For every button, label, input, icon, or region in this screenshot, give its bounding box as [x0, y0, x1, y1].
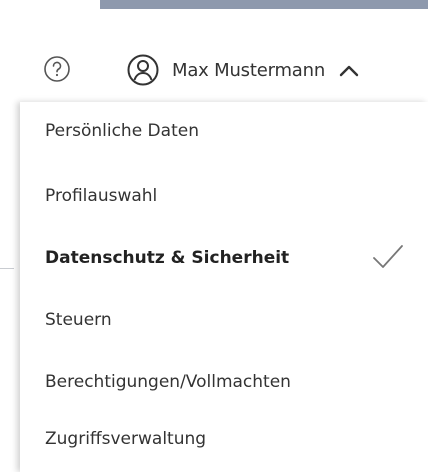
checkmark-icon [373, 245, 403, 268]
chevron-up-icon [339, 65, 359, 77]
menu-item-datenschutz-sicherheit[interactable]: Datenschutz & Sicherheit [45, 243, 289, 273]
menu-item-steuern[interactable]: Steuern [45, 305, 112, 335]
menu-item-profilauswahl[interactable]: Profilauswahl [45, 181, 157, 211]
help-circle-icon [44, 56, 70, 82]
user-circle-icon [127, 54, 159, 86]
menu-item-zugriffsverwaltung[interactable]: Zugriffsverwaltung [45, 424, 206, 454]
menu-item-berechtigungen-vollmachten[interactable]: Berechtigungen/Vollmachten [45, 367, 291, 397]
menu-item-persoenliche-daten[interactable]: Persönliche Daten [45, 116, 199, 146]
account-dropdown-menu: Persönliche Daten Profilauswahl Datensch… [20, 102, 428, 472]
top-accent-bar [100, 0, 428, 9]
user-name: Max Mustermann [172, 59, 326, 81]
help-button[interactable] [42, 54, 72, 84]
account-header: Max Mustermann [0, 52, 428, 100]
divider-line [0, 268, 14, 269]
user-menu-button[interactable]: Max Mustermann [126, 52, 359, 88]
